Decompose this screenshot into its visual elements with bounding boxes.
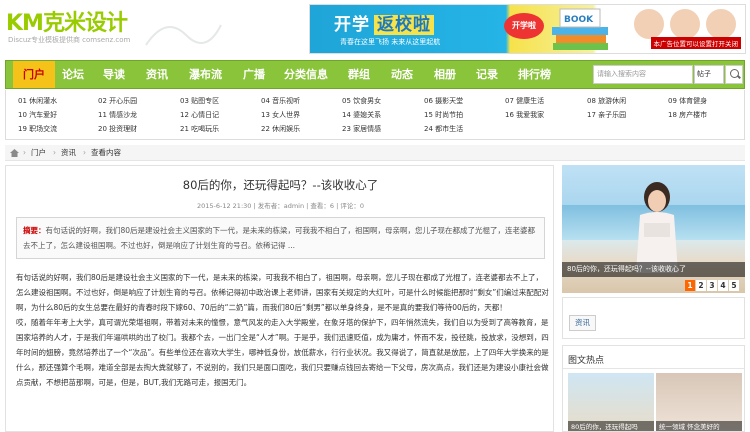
forum-quick-links: 01 休闲灌水 02 开心乐园 03 贴图专区 04 音乐视听 05 饮食男女 … — [5, 90, 745, 140]
breadcrumb-portal[interactable]: 门户 — [31, 145, 46, 161]
hot-picture-caption: 统一领域 怀念美好的 — [656, 421, 742, 431]
hot-picture-item[interactable]: 80后的你，还玩得起吗 — [568, 373, 654, 431]
hot-picture-item[interactable]: 统一领域 怀念美好的 — [656, 373, 742, 431]
forum-link[interactable]: 11 情感沙龙 — [98, 110, 137, 122]
forum-link[interactable]: 08 旅游休闲 — [587, 96, 626, 108]
nav-item-waterfall[interactable]: 瀑布流 — [189, 61, 222, 88]
divider — [563, 368, 744, 369]
hot-picture-caption: 80后的你，还玩得起吗 — [568, 421, 654, 431]
banner-title: 开学 返校啦 — [334, 10, 434, 35]
nav-item-records[interactable]: 记录 — [476, 61, 498, 88]
search-type-select[interactable]: 帖子 — [694, 65, 724, 84]
breadcrumb: › 门户 › 资讯 › 查看内容 — [5, 145, 745, 161]
article-panel: 80后的你，还玩得起吗？--该收收心了 2015-6-12 21:30 | 发布… — [5, 165, 554, 432]
logo-subtitle: Discuz专业模板提供商 comsenz.com — [8, 36, 131, 44]
ad-note: 本广告位置可以设置打开关闭 — [650, 37, 741, 49]
article-title: 80后的你，还玩得起吗？--该收收心了 — [182, 178, 379, 192]
site-header: KM克米设计 Discuz专业模板提供商 comsenz.com 开学 返校啦 青… — [0, 0, 750, 58]
forum-link[interactable]: 19 职场交流 — [18, 124, 57, 136]
forum-link[interactable]: 20 投资理财 — [98, 124, 137, 136]
breadcrumb-news[interactable]: 资讯 — [61, 145, 76, 161]
tag-panel: 资讯 — [562, 297, 745, 339]
forum-link[interactable]: 03 贴图专区 — [180, 96, 219, 108]
breadcrumb-separator: › — [23, 148, 26, 157]
slider-dot[interactable]: 1 — [685, 280, 695, 291]
forum-link[interactable]: 18 房产楼市 — [668, 110, 707, 122]
slider-dot[interactable]: 4 — [718, 280, 728, 291]
forum-link[interactable]: 07 健康生活 — [505, 96, 544, 108]
nav-item-portal[interactable]: 门户 — [13, 61, 55, 88]
breadcrumb-separator: › — [83, 148, 86, 157]
forum-link[interactable]: 16 我爱我家 — [505, 110, 544, 122]
forum-link[interactable]: 12 心情日记 — [180, 110, 219, 122]
kid-photo — [704, 7, 738, 41]
forum-link[interactable]: 10 汽车爱好 — [18, 110, 57, 122]
slider-caption: 80后的你，还玩得起吗？--该收收心了 — [562, 262, 745, 277]
breadcrumb-current: 查看内容 — [91, 148, 121, 157]
summary-label: 摘要： — [23, 226, 46, 235]
nav-item-ranking[interactable]: 排行榜 — [518, 61, 551, 88]
nav-item-album[interactable]: 相册 — [434, 61, 456, 88]
forum-link[interactable]: 09 体育健身 — [668, 96, 707, 108]
kid-photo — [632, 7, 666, 41]
banner-badge: 开学啦 — [504, 13, 544, 39]
forum-link[interactable]: 23 家居情感 — [342, 124, 381, 136]
summary-text: 有句话说的好啊，我们80后是建设社会主义国家的下一代，是未来的栋梁，可我我不相白… — [23, 226, 536, 250]
article-meta: 2015-6-12 21:30 | 发布者：admin | 查看：6 | 评论：… — [196, 202, 365, 210]
main-nav: 门户 论坛 导读 资讯 瀑布流 广播 分类信息 群组 动态 相册 记录 排行榜 … — [5, 60, 745, 89]
books-illustration-icon: BOOK — [552, 8, 608, 50]
forum-link[interactable]: 22 休闲娱乐 — [261, 124, 300, 136]
svg-text:BOOK: BOOK — [564, 15, 594, 25]
kid-photo — [668, 7, 702, 41]
hot-pictures-heading: 图文热点 — [568, 356, 605, 366]
site-logo[interactable]: KM克米设计 Discuz专业模板提供商 comsenz.com — [6, 5, 222, 49]
article-paragraph: 有句话说的好啊，我们80后是建设社会主义国家的下一代，是未来的栋梁，可我我不相白… — [16, 273, 549, 312]
nav-item-classified[interactable]: 分类信息 — [284, 61, 328, 88]
forum-link[interactable]: 15 时尚节拍 — [424, 110, 463, 122]
forum-link[interactable]: 04 音乐视听 — [261, 96, 300, 108]
forum-link[interactable]: 24 都市生活 — [424, 124, 463, 136]
nav-item-groups[interactable]: 群组 — [348, 61, 370, 88]
forum-link[interactable]: 17 亲子乐园 — [587, 110, 626, 122]
forum-link[interactable]: 01 休闲灌水 — [18, 96, 57, 108]
slider-dot[interactable]: 3 — [707, 280, 717, 291]
slider-dot[interactable]: 5 — [729, 280, 739, 291]
article-content: 有句话说的好啊，我们80后是建设社会主义国家的下一代，是未来的栋梁，可我我不相白… — [16, 270, 550, 390]
logo-wordmark: KM克米设计 — [6, 11, 128, 36]
article-paragraph: 哎，随着年年考上大学，真可谓光荣堪祖啊，带着对未来的憧憬，意气风发的走入大学殿堂… — [16, 318, 549, 387]
tag-item[interactable]: 资讯 — [569, 315, 596, 331]
article-summary: 摘要：有句话说的好啊，我们80后是建设社会主义国家的下一代，是未来的栋梁，可我我… — [16, 217, 545, 259]
nav-item-broadcast[interactable]: 广播 — [243, 61, 265, 88]
logo-decoration-icon — [145, 24, 222, 46]
slider-photo — [636, 182, 678, 273]
forum-link[interactable]: 06 摄影天堂 — [424, 96, 463, 108]
search-icon[interactable] — [725, 65, 743, 84]
promo-banner[interactable]: 开学 返校啦 青春在这里飞扬 未来从这里起航 开学啦 BOOK 本广告位置可以设置… — [309, 4, 746, 54]
nav-item-feed[interactable]: 动态 — [391, 61, 413, 88]
forum-link[interactable]: 02 开心乐园 — [98, 96, 137, 108]
forum-link[interactable]: 21 吃喝玩乐 — [180, 124, 219, 136]
nav-item-guide[interactable]: 导读 — [103, 61, 125, 88]
hot-pictures-panel: 图文热点 80后的你，还玩得起吗 统一领域 怀念美好的 — [562, 345, 745, 432]
home-icon[interactable] — [10, 149, 19, 157]
nav-item-news[interactable]: 资讯 — [146, 61, 168, 88]
nav-item-forum[interactable]: 论坛 — [62, 61, 84, 88]
forum-link[interactable]: 05 饮食男女 — [342, 96, 381, 108]
slider-pager: 12345 — [684, 280, 739, 291]
image-slider[interactable]: 80后的你，还玩得起吗？--该收收心了 12345 — [562, 165, 745, 293]
slider-dot[interactable]: 2 — [696, 280, 706, 291]
forum-link[interactable]: 14 婆媳关系 — [342, 110, 381, 122]
search-input[interactable]: 请输入搜索内容 — [593, 65, 693, 84]
breadcrumb-separator: › — [53, 148, 56, 157]
banner-subtitle: 青春在这里飞扬 未来从这里起航 — [340, 38, 441, 46]
forum-link[interactable]: 13 女人世界 — [261, 110, 300, 122]
